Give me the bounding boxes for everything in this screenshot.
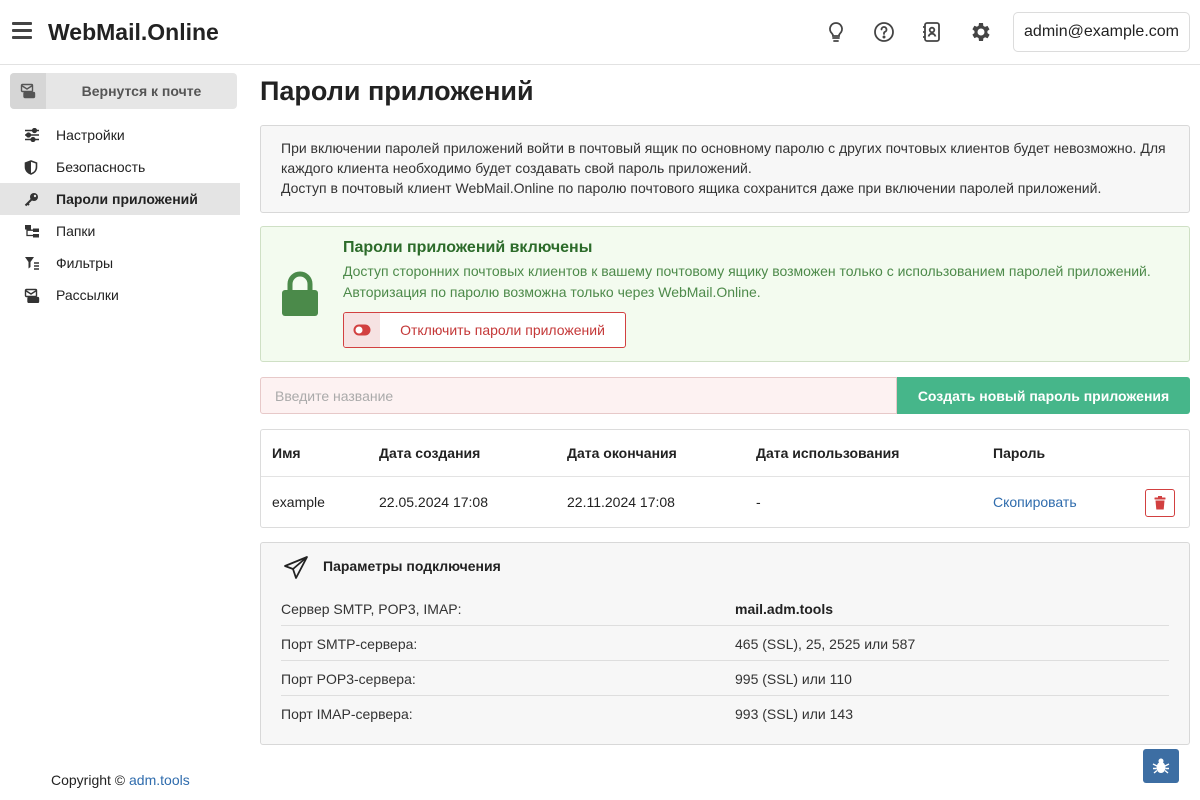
sidebar-item-filters[interactable]: Фильтры: [0, 247, 240, 279]
cell-created: 22.05.2024 17:08: [379, 494, 488, 510]
paper-plane-icon: [284, 556, 308, 579]
status-line-2: Авторизация по паролю возможна только че…: [343, 284, 761, 300]
sidebar-item-settings[interactable]: Настройки: [0, 119, 240, 151]
status-description: Доступ сторонних почтовых клиентов к ваш…: [343, 261, 1173, 303]
sidebar-item-label: Безопасность: [56, 159, 146, 175]
help-icon[interactable]: [872, 20, 896, 44]
connection-params-panel: Параметры подключения Сервер SMTP, POP3,…: [260, 542, 1190, 745]
info-notice: При включении паролей приложений войти в…: [260, 125, 1190, 213]
folders-icon: [25, 225, 39, 238]
lightbulb-icon[interactable]: [824, 20, 848, 44]
info-text-2: Доступ в почтовый клиент WebMail.Online …: [281, 180, 1102, 196]
disable-app-passwords-button[interactable]: Отключить пароли приложений: [343, 312, 626, 348]
status-line-1: Доступ сторонних почтовых клиентов к ваш…: [343, 263, 1151, 279]
sidebar-item-security[interactable]: Безопасность: [0, 151, 240, 183]
copy-password-link[interactable]: Скопировать: [993, 494, 1077, 510]
menu-icon[interactable]: [12, 22, 32, 42]
password-name-input[interactable]: [260, 377, 897, 414]
delete-password-button[interactable]: [1145, 489, 1175, 517]
connection-value: 465 (SSL), 25, 2525 или 587: [735, 636, 916, 652]
back-to-mail-label: Вернутся к почте: [81, 83, 202, 99]
create-app-password-button[interactable]: Создать новый пароль приложения: [897, 377, 1190, 414]
gear-icon[interactable]: [969, 20, 993, 44]
table-header: Имя Дата создания Дата окончания Дата ис…: [261, 430, 1189, 477]
toggle-icon: [344, 313, 380, 347]
connection-key: Сервер SMTP, POP3, IMAP:: [281, 601, 462, 617]
sidebar-item-mailings[interactable]: Рассылки: [0, 279, 240, 311]
connection-row: Сервер SMTP, POP3, IMAP: mail.adm.tools: [281, 591, 1169, 626]
info-text-1: При включении паролей приложений войти в…: [281, 140, 1166, 176]
column-header-name: Имя: [272, 445, 301, 461]
settings-nav: Настройки Безопасность Пароли приложений…: [0, 119, 240, 311]
copyright-footer: Copyright © adm.tools: [51, 772, 190, 788]
connection-params-title: Параметры подключения: [323, 558, 501, 574]
app-header: WebMail.Online admin@example.com: [0, 0, 1200, 65]
connection-value: 995 (SSL) или 110: [735, 671, 852, 687]
brand-title[interactable]: WebMail.Online: [48, 19, 219, 46]
sidebar-item-folders[interactable]: Папки: [0, 215, 240, 247]
app-passwords-table: Имя Дата создания Дата окончания Дата ис…: [260, 429, 1190, 528]
sidebar-item-label: Папки: [56, 223, 96, 239]
mail-stack-icon: [10, 73, 46, 109]
contacts-icon[interactable]: [920, 20, 944, 44]
sliders-icon: [25, 128, 39, 142]
connection-value: 993 (SSL) или 143: [735, 706, 853, 722]
back-to-mail-button[interactable]: Вернутся к почте: [10, 73, 237, 109]
bug-icon: [1152, 758, 1170, 774]
sidebar-item-label: Пароли приложений: [56, 191, 198, 207]
connection-key: Порт SMTP-сервера:: [281, 636, 418, 652]
copyright-prefix: Copyright ©: [51, 772, 130, 788]
connection-row: Порт IMAP-сервера: 993 (SSL) или 143: [281, 696, 1169, 731]
connection-key: Порт IMAP-сервера:: [281, 706, 413, 722]
adm-tools-link[interactable]: adm.tools: [129, 772, 190, 788]
page-title: Пароли приложений: [260, 76, 534, 106]
connection-row: Порт SMTP-сервера: 465 (SSL), 25, 2525 и…: [281, 626, 1169, 661]
connection-key: Порт POP3-сервера:: [281, 671, 416, 687]
key-icon: [24, 193, 38, 207]
status-panel: Пароли приложений включены Доступ сторон…: [260, 226, 1190, 362]
report-bug-button[interactable]: [1143, 749, 1179, 783]
sidebar-item-label: Фильтры: [56, 255, 114, 271]
column-header-used: Дата использования: [756, 445, 900, 461]
mailings-icon: [24, 288, 40, 303]
column-header-password: Пароль: [993, 445, 1046, 461]
lock-icon: [282, 271, 318, 316]
column-header-created: Дата создания: [379, 445, 481, 461]
column-header-expires: Дата окончания: [567, 445, 677, 461]
table-row: example 22.05.2024 17:08 22.11.2024 17:0…: [261, 477, 1189, 527]
connection-value: mail.adm.tools: [735, 601, 834, 617]
cell-name: example: [272, 494, 325, 510]
trash-icon: [1154, 496, 1166, 510]
disable-app-passwords-label: Отключить пароли приложений: [400, 322, 605, 338]
user-account-button[interactable]: admin@example.com: [1013, 12, 1190, 52]
shield-icon: [24, 160, 38, 175]
cell-used: -: [756, 494, 761, 510]
connection-row: Порт POP3-сервера: 995 (SSL) или 110: [281, 661, 1169, 696]
sidebar-item-label: Настройки: [56, 127, 125, 143]
filter-icon: [25, 257, 39, 270]
sidebar-item-app-passwords[interactable]: Пароли приложений: [0, 183, 240, 215]
sidebar-item-label: Рассылки: [56, 287, 119, 303]
status-title: Пароли приложений включены: [343, 239, 593, 256]
cell-expires: 22.11.2024 17:08: [567, 494, 675, 510]
